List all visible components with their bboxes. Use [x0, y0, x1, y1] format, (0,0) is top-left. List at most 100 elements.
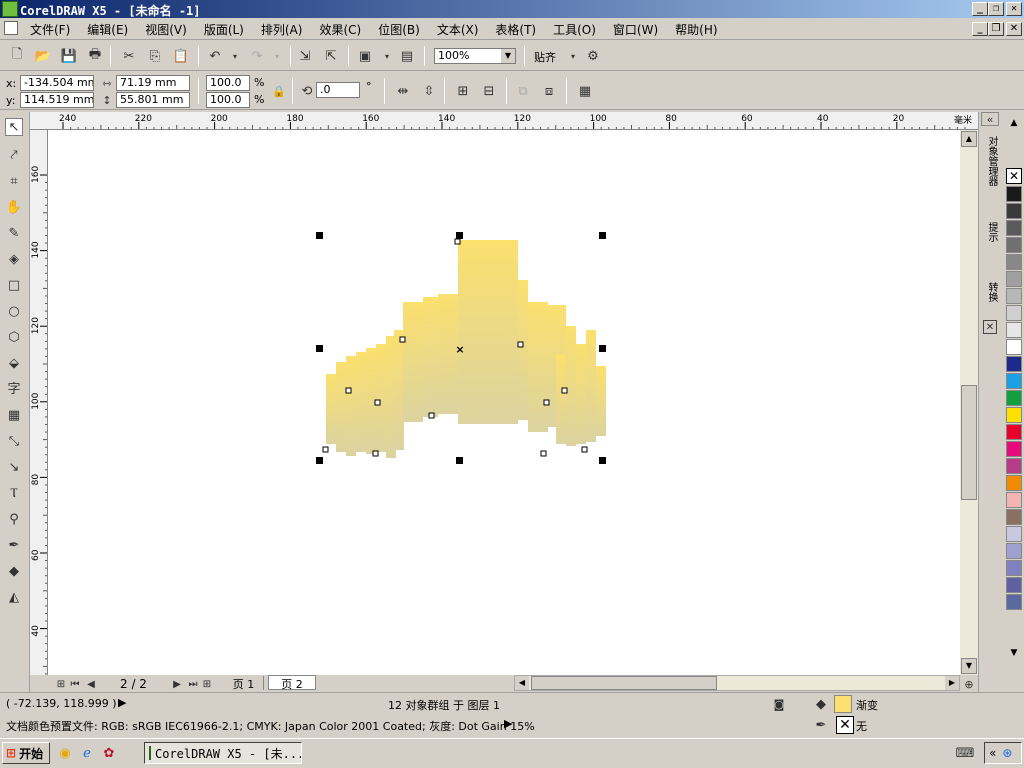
palette-swatch[interactable] — [1006, 305, 1022, 321]
palette-scroll-down-icon[interactable]: ▼ — [1006, 648, 1022, 662]
palette-swatch[interactable] — [1006, 237, 1022, 253]
fill-swatch[interactable] — [834, 695, 852, 713]
palette-swatch[interactable] — [1006, 288, 1022, 304]
palette-swatch[interactable] — [1006, 475, 1022, 491]
scale-y-input[interactable]: 100.0 — [206, 92, 250, 108]
crop-tool-icon[interactable]: ⌗ — [5, 172, 23, 190]
order-icon[interactable]: ▦ — [576, 82, 594, 100]
print-icon[interactable]: 🖶 — [86, 47, 104, 65]
outline-none-swatch[interactable]: ✕ — [836, 716, 854, 734]
network-tray-icon[interactable]: ⊛ — [1002, 746, 1012, 760]
dimension-tool-icon[interactable]: ⤡ — [5, 432, 23, 450]
save-icon[interactable]: 💾 — [60, 47, 78, 65]
table-tool-icon[interactable]: ▦ — [5, 406, 23, 424]
palette-swatch[interactable] — [1006, 373, 1022, 389]
navigator-zoom-icon[interactable]: ⊕ — [960, 675, 978, 693]
menu-item-3[interactable]: 版面(L) — [204, 21, 244, 38]
menu-item-6[interactable]: 位图(B) — [378, 21, 420, 38]
redo-icon[interactable]: ↷ — [248, 47, 266, 65]
undo-icon[interactable]: ↶ — [206, 47, 224, 65]
scroll-down-icon[interactable]: ▼ — [961, 658, 977, 674]
freehand-tool-icon[interactable]: ✎ — [5, 224, 23, 242]
ie-quicklaunch-icon[interactable]: ℯ — [78, 744, 96, 762]
menu-item-1[interactable]: 编辑(E) — [87, 21, 128, 38]
keyboard-tray-icon[interactable]: ⌨ — [956, 744, 975, 762]
palette-swatch[interactable] — [1006, 424, 1022, 440]
new-document-icon[interactable]: 🗋 — [8, 47, 26, 65]
object-manager-tab[interactable]: 对象管理器 — [983, 136, 999, 186]
palette-swatch[interactable] — [1006, 271, 1022, 287]
color-proof-icon[interactable]: ◙ — [770, 695, 788, 713]
color-profile-info[interactable]: 文档颜色预置文件: RGB: sRGB IEC61966-2.1; CMYK: … — [6, 718, 535, 734]
y-position-input[interactable]: 114.519 mm — [20, 92, 94, 108]
scroll-up-icon[interactable]: ▲ — [961, 131, 977, 147]
x-position-input[interactable]: -134.504 mm — [20, 75, 94, 91]
palette-swatch[interactable] — [1006, 594, 1022, 610]
palette-swatch[interactable] — [1006, 322, 1022, 338]
width-input[interactable]: 71.19 mm — [116, 75, 190, 91]
vertical-scrollbar[interactable]: ▲ ▼ — [960, 130, 978, 675]
rotation-input[interactable]: .0 — [316, 82, 360, 98]
chrome-quicklaunch-icon[interactable]: ◉ — [56, 744, 74, 762]
start-button[interactable]: ⊞ 开始 — [2, 742, 50, 764]
blend-tool-icon[interactable]: Ⲧ — [5, 484, 23, 502]
palette-swatch[interactable] — [1006, 492, 1022, 508]
outline-tool-icon[interactable]: ✒ — [5, 536, 23, 554]
menu-item-4[interactable]: 排列(A) — [261, 21, 303, 38]
status-expand-icon[interactable]: ▶ — [118, 696, 126, 709]
restore-icon[interactable]: ❐ — [988, 2, 1004, 16]
center-marker[interactable]: × — [455, 343, 464, 356]
options-icon[interactable]: ⚙ — [584, 47, 602, 65]
palette-swatch[interactable] — [1006, 509, 1022, 525]
interactive-fill-tool-icon[interactable]: ◭ — [5, 588, 23, 606]
prev-page-icon[interactable]: ◀ — [82, 675, 100, 693]
vertical-ruler[interactable]: 16014012010080604020 — [30, 130, 48, 675]
lock-ratio-icon[interactable]: 🔒 — [270, 82, 288, 100]
mirror-vertical-icon[interactable]: ⇳ — [420, 82, 438, 100]
open-icon[interactable]: 📂 — [34, 47, 52, 65]
palette-swatch[interactable] — [1006, 441, 1022, 457]
tray-expand-icon[interactable]: « — [989, 746, 996, 760]
app-quicklaunch-icon[interactable]: ✿ — [100, 744, 118, 762]
ellipse-tool-icon[interactable]: ○ — [5, 302, 23, 320]
menu-item-10[interactable]: 窗口(W) — [613, 21, 658, 38]
export-icon[interactable]: ⇱ — [322, 47, 340, 65]
palette-swatch[interactable] — [1006, 577, 1022, 593]
page-tab-1[interactable]: 页 1 — [224, 676, 264, 691]
palette-swatch[interactable] — [1006, 203, 1022, 219]
height-input[interactable]: 55.801 mm — [116, 92, 190, 108]
menu-item-11[interactable]: 帮助(H) — [675, 21, 717, 38]
break-apart-icon[interactable]: ⧈ — [540, 82, 558, 100]
ungroup-icon[interactable]: ⊟ — [480, 82, 498, 100]
palette-scroll-up-icon[interactable]: ▲ — [1006, 118, 1022, 134]
undo-dropdown-icon[interactable]: ▾ — [226, 47, 244, 65]
palette-swatch[interactable] — [1006, 560, 1022, 576]
palette-swatch[interactable] — [1006, 220, 1022, 236]
redo-dropdown-icon[interactable]: ▾ — [268, 47, 286, 65]
drawing-canvas[interactable]: × — [48, 130, 960, 675]
polygon-tool-icon[interactable]: ⬡ — [5, 328, 23, 346]
doc-restore-icon[interactable]: ❐ — [988, 22, 1004, 36]
zoom-level-select[interactable]: 100% ▼ — [434, 48, 516, 64]
paste-icon[interactable]: 📋 — [172, 47, 190, 65]
doc-minimize-icon[interactable]: _ — [972, 22, 988, 36]
horizontal-scroll-thumb[interactable] — [531, 676, 717, 690]
hints-tab[interactable]: 提示 — [983, 222, 999, 242]
no-color-swatch-icon[interactable]: ✕ — [1006, 168, 1022, 184]
scale-x-input[interactable]: 100.0 — [206, 75, 250, 91]
horizontal-ruler[interactable]: 240 220 200 180 160 140 120 100 80 60 40 20 毫米 — [30, 112, 978, 130]
pan-tool-icon[interactable]: ✋ — [5, 198, 23, 216]
zoom-dropdown-icon[interactable]: ▼ — [501, 49, 515, 63]
pick-tool-icon[interactable]: ↖ — [5, 118, 23, 136]
snap-to-button[interactable]: 贴齐 — [534, 49, 556, 65]
docker-collapse-icon[interactable]: « — [981, 112, 999, 126]
page-tab-2[interactable]: 页 2 — [268, 675, 316, 691]
palette-swatch[interactable] — [1006, 458, 1022, 474]
menu-item-5[interactable]: 效果(C) — [319, 21, 361, 38]
palette-swatch[interactable] — [1006, 390, 1022, 406]
close-icon[interactable]: ✕ — [1006, 2, 1022, 16]
menu-item-2[interactable]: 视图(V) — [145, 21, 187, 38]
document-icon[interactable] — [4, 21, 18, 35]
transform-tab[interactable]: 转换 — [983, 282, 999, 302]
palette-swatch[interactable] — [1006, 407, 1022, 423]
